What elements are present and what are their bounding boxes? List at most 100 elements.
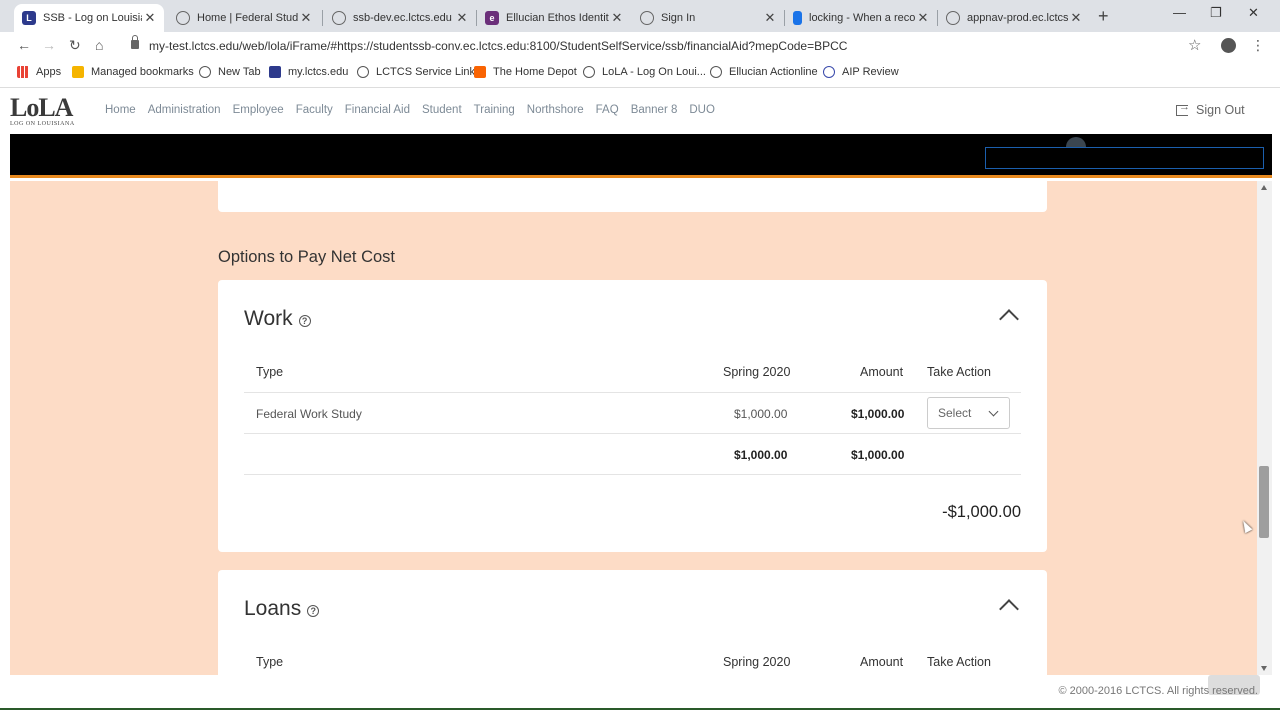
row-divider [244,392,1021,393]
bookmark-label: Managed bookmarks [91,66,194,78]
close-tab-icon[interactable]: ✕ [454,10,470,26]
url-input[interactable]: my-test.lctcs.edu/web/lola/iFrame/#https… [149,39,847,53]
col-spring-2020: Spring 2020 [723,655,791,669]
nav-home[interactable]: Home [105,104,136,116]
new-tab-button[interactable]: + [1098,6,1109,27]
bookmark-ellucian-actionline[interactable]: Ellucian Actionline [710,66,818,78]
close-window-icon[interactable]: ✕ [1248,5,1259,21]
tab-ssb-dev[interactable]: ssb-dev.ec.lctcs.edu ✕ [324,4,476,32]
tab-title: SSB - Log on Louisiana [43,12,142,24]
bookmark-label: Ellucian Actionline [729,66,818,78]
col-amount: Amount [860,365,904,379]
logo-subtext: LOG ON LOUISIANA [10,121,75,127]
tab-title: appnav-prod.ec.lctcs.e [967,12,1068,24]
bookmark-apps[interactable]: Apps [17,66,61,78]
reload-icon[interactable]: ↻ [69,37,81,54]
bookmark-label: New Tab [218,66,261,78]
black-banner [10,134,1272,178]
bookmark-aip-review[interactable]: AIP Review [823,66,899,78]
nav-financial-aid[interactable]: Financial Aid [345,104,410,116]
site-header: LoLA LOG ON LOUISIANA Home Administratio… [10,89,1272,134]
minimize-icon[interactable]: — [1173,5,1186,20]
globe-icon [176,11,190,25]
section-title: Options to Pay Net Cost [218,248,395,266]
nav-duo[interactable]: DUO [689,104,715,116]
row-amount: $1,000.00 [851,407,905,421]
collapse-loans-icon[interactable] [999,599,1019,619]
scrollbar-thumb[interactable] [1259,466,1269,538]
net-cost-value: -$1,000.00 [942,503,1021,521]
nav-faq[interactable]: FAQ [596,104,619,116]
tab-title: Ellucian Ethos Identity [506,12,609,24]
work-title-label: Work [244,307,293,330]
close-tab-icon[interactable]: ✕ [762,10,778,26]
lola-logo[interactable]: LoLA LOG ON LOUISIANA [10,95,92,131]
nav-northshore[interactable]: Northshore [527,104,584,116]
help-icon[interactable]: ? [298,314,311,327]
tab-separator [784,10,785,26]
tab-ellucian-ethos[interactable]: e Ellucian Ethos Identity ✕ [477,4,631,32]
page-scrollbar[interactable] [1257,181,1272,675]
menu-kebab-icon[interactable]: ⋮ [1251,37,1265,54]
bookmark-label: my.lctcs.edu [288,66,349,78]
take-action-select[interactable]: Select [927,397,1010,429]
globe-icon [640,11,654,25]
scroll-down-icon[interactable] [1261,666,1267,671]
col-amount: Amount [860,655,904,669]
lock-icon[interactable] [131,35,139,49]
row-term-amount: $1,000.00 [734,407,788,421]
home-icon[interactable]: ⌂ [95,37,103,53]
sign-out-button[interactable]: Sign Out [1176,101,1245,117]
work-title[interactable]: Work ? [244,307,311,331]
loans-card: Loans ? Type Spring 2020 Amount Take Act… [218,570,1047,675]
bookmark-my-lctcs[interactable]: my.lctcs.edu [269,66,348,78]
globe-icon [332,11,346,25]
profile-avatar-icon[interactable] [1221,38,1236,53]
tab-title: locking - When a reco [809,12,915,24]
restore-icon[interactable]: ❐ [1210,5,1222,21]
bookmark-managed[interactable]: Managed bookmarks [72,66,194,78]
doc-favicon-icon [793,11,802,25]
bookmark-label: AIP Review [842,66,899,78]
banner-tab-handle[interactable] [1066,137,1086,147]
tab-sign-in[interactable]: Sign In ✕ [632,4,784,32]
row-divider [244,433,1021,434]
nav-employee[interactable]: Employee [233,104,284,116]
globe-icon [583,66,595,78]
help-icon[interactable]: ? [307,604,320,617]
tab-locking[interactable]: locking - When a reco ✕ [785,4,937,32]
nav-training[interactable]: Training [474,104,515,116]
nav-banner-8[interactable]: Banner 8 [631,104,678,116]
back-icon[interactable]: ← [17,37,31,53]
work-card: Work ? Type Spring 2020 Amount Take Acti… [218,280,1047,552]
bookmark-lctcs-service-links[interactable]: LCTCS Service Links [357,66,481,78]
collapse-work-icon[interactable] [999,309,1019,329]
nav-faculty[interactable]: Faculty [296,104,333,116]
financial-aid-content: Options to Pay Net Cost Work ? Type Spri… [10,181,1272,675]
sign-out-label: Sign Out [1196,103,1245,117]
tab-ssb[interactable]: L SSB - Log on Louisiana ✕ [14,4,164,32]
close-tab-icon[interactable]: ✕ [915,10,931,26]
tab-appnav[interactable]: appnav-prod.ec.lctcs.e ✕ [938,4,1090,32]
tab-federal-student[interactable]: Home | Federal Student ✕ [168,4,320,32]
banner-search-input[interactable] [985,147,1264,169]
forward-icon[interactable]: → [42,37,56,53]
nav-administration[interactable]: Administration [148,104,221,116]
previous-card [218,181,1047,212]
scroll-up-icon[interactable] [1261,185,1267,190]
loans-title-label: Loans [244,597,302,620]
close-tab-icon[interactable]: ✕ [298,10,314,26]
bookmark-star-icon[interactable]: ☆ [1188,36,1201,54]
bookmark-label: LoLA - Log On Loui... [602,66,706,78]
bookmark-new-tab[interactable]: New Tab [199,66,261,78]
globe-icon [946,11,960,25]
loans-title[interactable]: Loans ? [244,597,320,621]
globe-icon [710,66,722,78]
bookmark-home-depot[interactable]: The Home Depot [474,66,577,78]
bookmark-lola[interactable]: LoLA - Log On Loui... [583,66,706,78]
tab-title: Sign In [661,12,696,24]
close-tab-icon[interactable]: ✕ [609,10,625,26]
close-tab-icon[interactable]: ✕ [1068,10,1084,26]
nav-student[interactable]: Student [422,104,462,116]
close-tab-icon[interactable]: ✕ [142,10,158,26]
